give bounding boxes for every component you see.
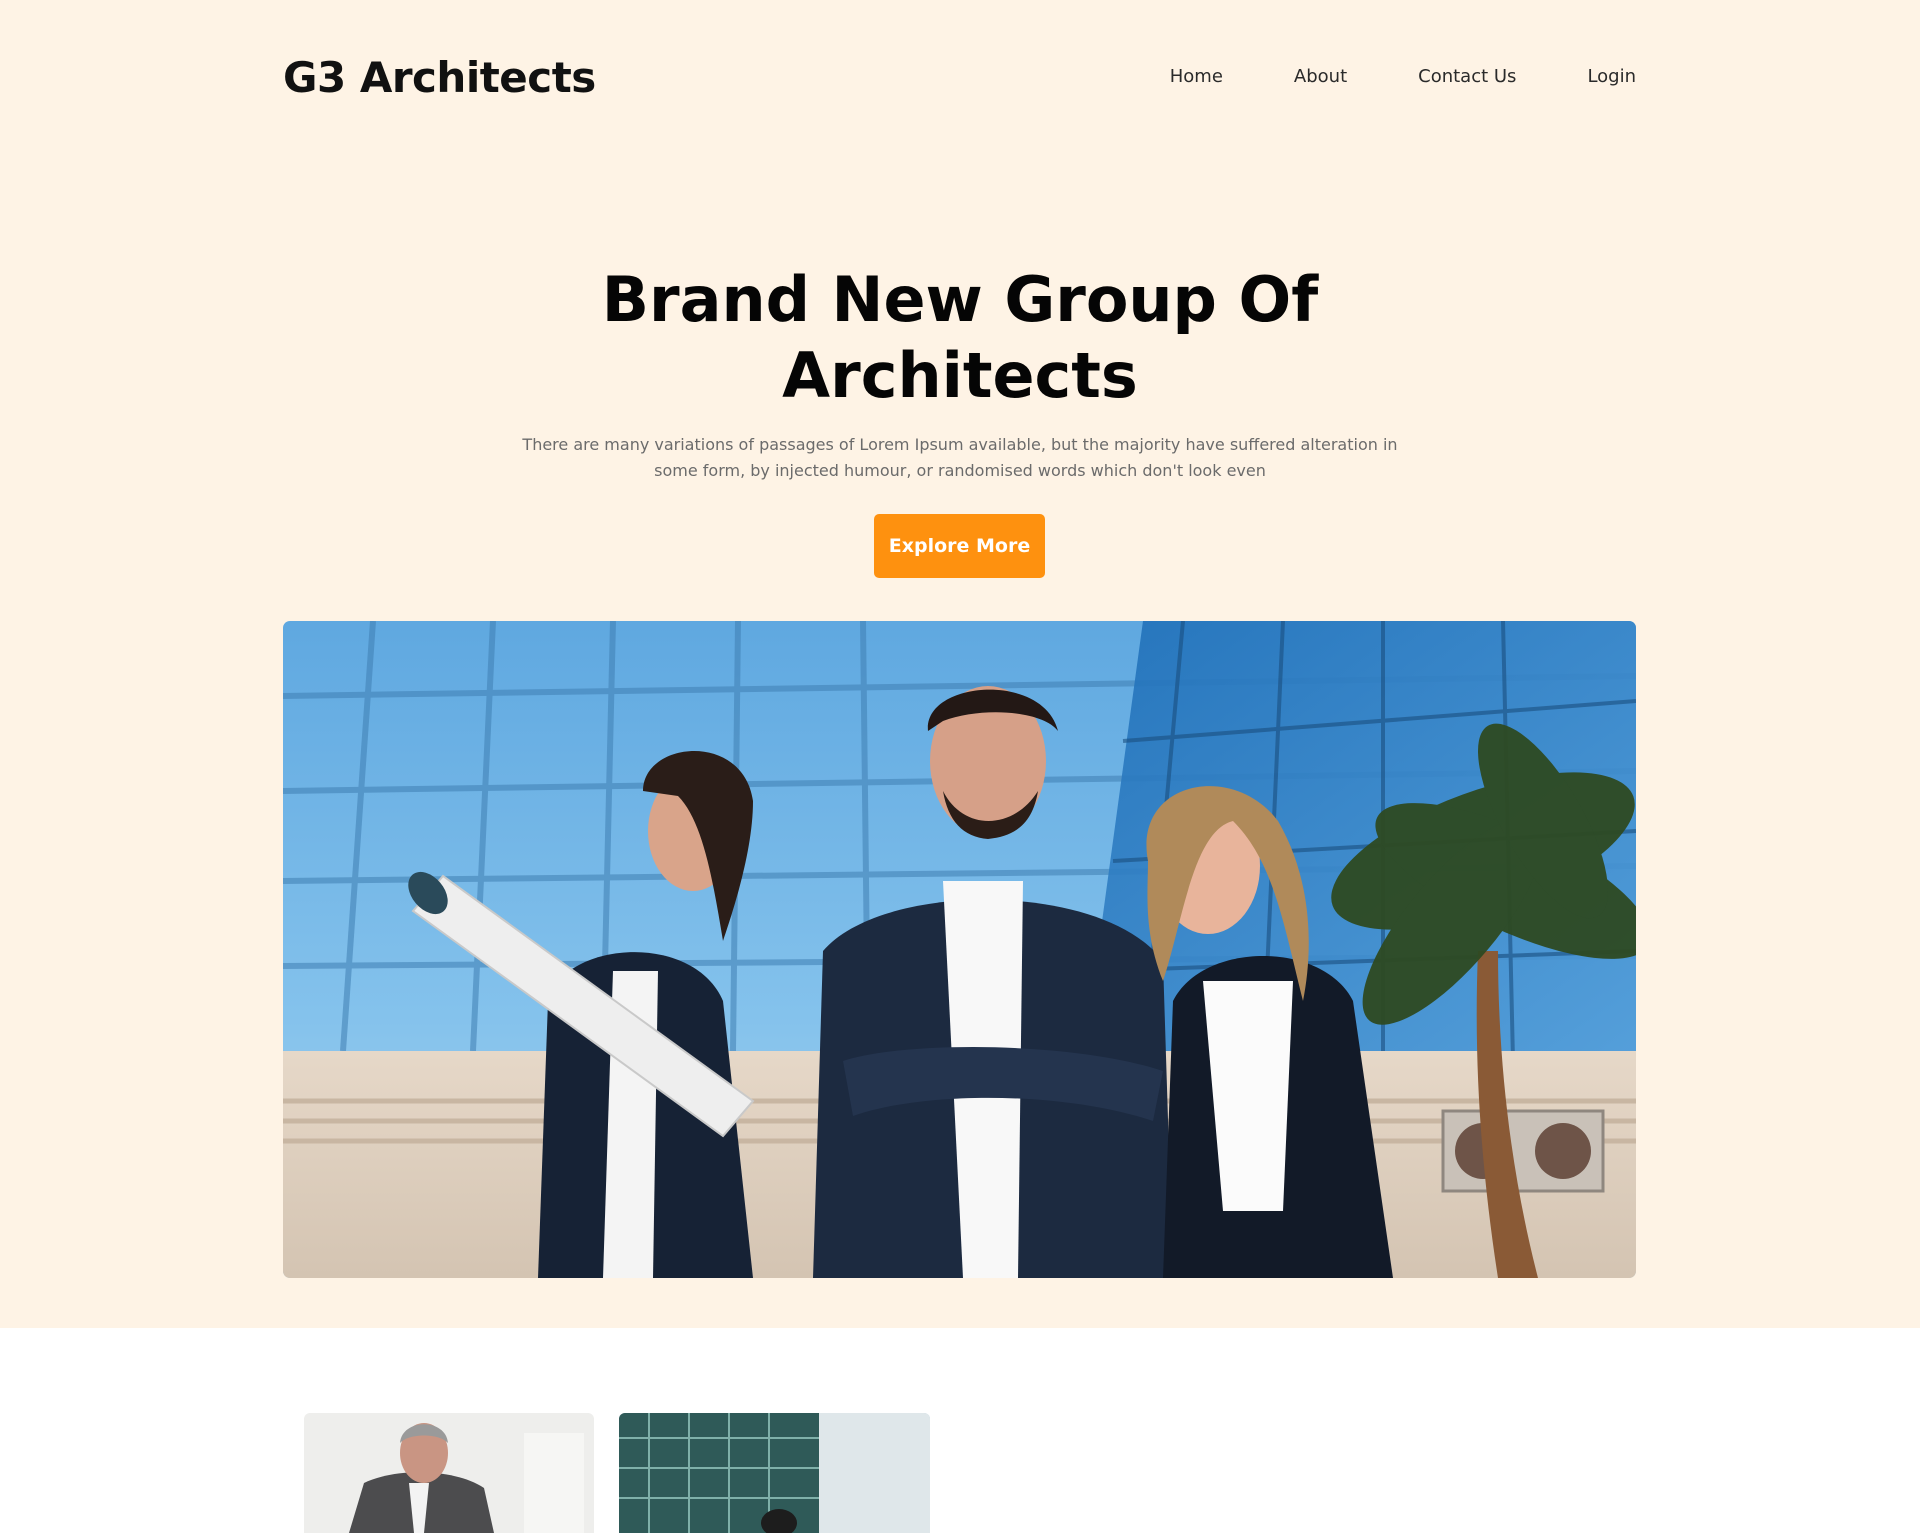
nav-link-about[interactable]: About — [1294, 66, 1347, 87]
nav-link-login[interactable]: Login — [1587, 66, 1636, 87]
hero-title-line-1: Brand New Group Of — [601, 263, 1319, 336]
explore-more-button[interactable]: Explore More — [874, 514, 1045, 578]
hero-description: There are many variations of passages of… — [522, 435, 1398, 480]
site-logo[interactable]: G3 Architects — [283, 53, 596, 102]
card-image-building[interactable] — [619, 1413, 930, 1533]
nav-link-home[interactable]: Home — [1170, 66, 1223, 87]
nav-links: Home About Contact Us Login — [1099, 66, 1636, 87]
hero-title-line-2: Architects — [782, 339, 1138, 412]
hero-team-photo — [283, 621, 1636, 1278]
hero-title: Brand New Group Of Architects — [560, 262, 1360, 414]
card-image-architect[interactable] — [304, 1413, 594, 1533]
nav-link-contact-us[interactable]: Contact Us — [1418, 66, 1516, 87]
hero-section: G3 Architects Home About Contact Us Logi… — [0, 0, 1920, 1328]
navbar: G3 Architects Home About Contact Us Logi… — [283, 50, 1636, 104]
